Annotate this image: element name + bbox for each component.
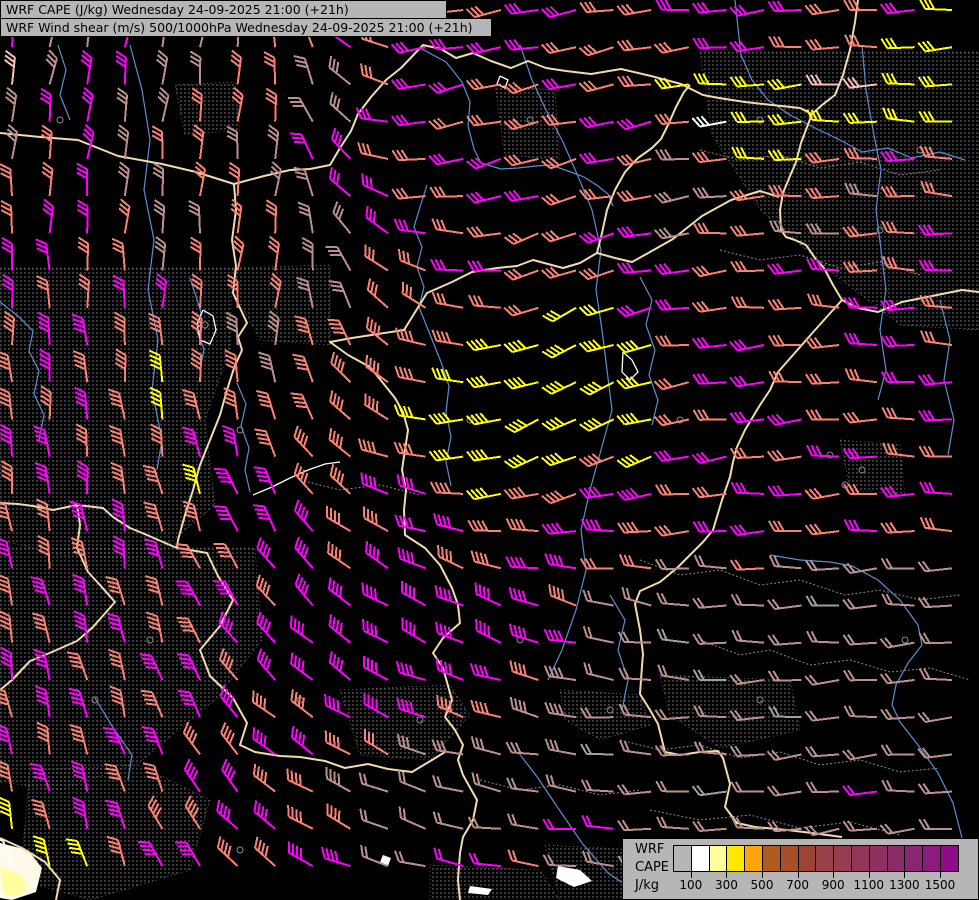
legend-swatch (904, 845, 923, 872)
legend-swatch (744, 845, 763, 872)
legend-swatch (780, 845, 799, 872)
legend-swatch (940, 845, 959, 872)
legend-swatch (851, 845, 870, 872)
weather-map-app: WRF CAPE (J/kg) Wednesday 24-09-2025 21:… (0, 0, 979, 900)
legend-swatch (691, 845, 710, 872)
legend-swatch (833, 845, 852, 872)
legend-swatch (709, 845, 728, 872)
legend-swatch (762, 845, 781, 872)
title-cape-text: WRF CAPE (J/kg) Wednesday 24-09-2025 21:… (6, 2, 349, 17)
legend-unit-line1: WRF (635, 841, 669, 859)
legend-swatch (798, 845, 817, 872)
legend-swatch (726, 845, 745, 872)
legend-tick-label: 500 (751, 878, 774, 892)
title-line-shear: WRF Wind shear (m/s) 500/1000hPa Wednesd… (0, 18, 492, 37)
legend-swatch (922, 845, 941, 872)
title-shear-text: WRF Wind shear (m/s) 500/1000hPa Wednesd… (6, 20, 473, 35)
legend-tick-label: 1100 (854, 878, 885, 892)
legend-unit-line2: CAPE (635, 859, 669, 877)
legend-unit-label: WRF CAPE J/kg (635, 841, 669, 895)
legend-tick-label: 1300 (889, 878, 920, 892)
legend-swatch (869, 845, 888, 872)
legend-swatch (815, 845, 834, 872)
legend-tick-label: 900 (822, 878, 845, 892)
legend-swatch (673, 845, 692, 872)
urban-area (175, 82, 240, 135)
legend-tick-label: 300 (715, 878, 738, 892)
legend-unit-line3: J/kg (635, 877, 669, 895)
title-box: WRF CAPE (J/kg) Wednesday 24-09-2025 21:… (0, 0, 492, 37)
legend-tick-label: 700 (786, 878, 809, 892)
legend-tick-label: 100 (679, 878, 702, 892)
cape-legend: WRF CAPE J/kg 100 300 500 700 900 1100 1300 150… (622, 838, 979, 900)
map-canvas (0, 0, 979, 900)
title-line-cape: WRF CAPE (J/kg) Wednesday 24-09-2025 21:… (0, 0, 447, 19)
legend-swatch (887, 845, 906, 872)
legend-tick-label: 1500 (925, 878, 956, 892)
